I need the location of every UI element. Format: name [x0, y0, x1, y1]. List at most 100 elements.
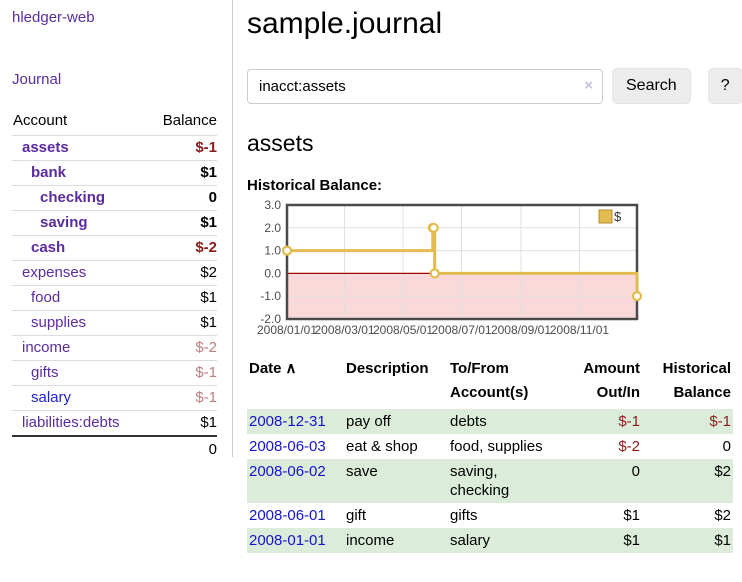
legend-label: $ — [614, 209, 622, 224]
col-accounts-header: To/From Account(s) — [448, 354, 560, 409]
clear-search-icon[interactable]: × — [584, 77, 593, 95]
account-name-cell: gifts — [12, 361, 147, 386]
txn-accounts: gifts — [448, 503, 560, 528]
x-tick-label: 2008/11/01 — [550, 323, 609, 337]
balance-chart: 3.02.01.00.0-1.0-2.02008/01/012008/03/01… — [247, 197, 647, 347]
account-row: supplies $1 — [12, 311, 217, 336]
help-button[interactable]: ? — [708, 68, 742, 104]
data-point — [430, 224, 438, 232]
col-description-header: Description — [344, 354, 448, 409]
col-balance-header: Historical Balance — [642, 354, 733, 409]
account-link[interactable]: cash — [13, 239, 65, 256]
sort-asc-icon: ∧ — [286, 360, 297, 377]
account-name-cell: expenses — [12, 261, 147, 286]
account-row: cash $-2 — [12, 236, 217, 261]
search-input[interactable] — [247, 69, 603, 104]
x-tick-label: 2008/07/01 — [431, 323, 491, 337]
txn-balance: $-1 — [642, 409, 733, 434]
transaction-row[interactable]: 2008-06-01giftgifts$1$2 — [247, 503, 733, 528]
txn-accounts: debts — [448, 409, 560, 434]
txn-date-cell: 2008-06-02 — [247, 459, 344, 503]
account-row: bank $1 — [12, 161, 217, 186]
main-content: sample.journal × Search ? assets Histori… — [233, 0, 742, 553]
account-link[interactable]: supplies — [13, 314, 86, 331]
account-link[interactable]: salary — [13, 389, 71, 406]
x-tick-label: 2008/09/01 — [491, 323, 551, 337]
account-name-cell: saving — [12, 211, 147, 236]
account-balance: $1 — [147, 161, 217, 186]
col-date-header[interactable]: Date∧ — [247, 354, 344, 409]
account-name-cell: supplies — [12, 311, 147, 336]
account-row: liabilities:debts $1 — [12, 411, 217, 437]
account-name-cell: bank — [12, 161, 147, 186]
account-balance: 0 — [147, 186, 217, 211]
txn-date-cell: 2008-06-03 — [247, 434, 344, 459]
transaction-row[interactable]: 2008-06-03eat & shopfood, supplies$-20 — [247, 434, 733, 459]
txn-date-link[interactable]: 2008-06-02 — [249, 463, 326, 480]
transaction-row[interactable]: 2008-06-02 savesaving, checking0$2 — [247, 459, 733, 503]
account-link[interactable]: gifts — [13, 364, 59, 381]
account-balance: $1 — [147, 411, 217, 437]
txn-balance: $2 — [642, 459, 733, 503]
account-row: saving $1 — [12, 211, 217, 236]
account-link[interactable]: expenses — [13, 264, 86, 281]
txn-date-link[interactable]: 2008-06-01 — [249, 507, 326, 524]
account-heading: assets — [247, 130, 742, 157]
account-balance: $-1 — [147, 136, 217, 161]
sidebar: hledger-web Journal Account Balance asse… — [0, 0, 233, 457]
transaction-row[interactable]: 2008-01-01incomesalary$1$1 — [247, 528, 733, 553]
x-tick-label: 2008/03/01 — [315, 323, 375, 337]
account-link[interactable]: checking — [13, 189, 105, 206]
account-name-cell: checking — [12, 186, 147, 211]
account-row: salary$-1 — [12, 386, 217, 411]
account-row: checking 0 — [12, 186, 217, 211]
data-point — [633, 292, 641, 300]
accounts-total-row: 0 — [12, 436, 217, 462]
y-tick-label: 0.0 — [264, 266, 281, 280]
txn-date-cell: 2008-06-01 — [247, 503, 344, 528]
y-tick-label: 1.0 — [264, 244, 281, 258]
txn-balance: $2 — [642, 503, 733, 528]
accounts-body: assets$-1bank$1checking0saving$1cash$-2e… — [12, 136, 217, 437]
txn-accounts: saving, checking — [448, 459, 560, 503]
search-button[interactable]: Search — [612, 68, 691, 104]
account-link[interactable]: food — [13, 289, 60, 306]
account-balance: $-2 — [147, 336, 217, 361]
account-balance: $-2 — [147, 236, 217, 261]
account-link[interactable]: saving — [13, 214, 88, 231]
txn-balance: 0 — [642, 434, 733, 459]
account-name-cell: salary — [12, 386, 147, 411]
account-balance: $1 — [147, 311, 217, 336]
account-name-cell: income — [12, 336, 147, 361]
txn-description: save — [344, 459, 448, 503]
txn-amount: $-1 — [560, 409, 642, 434]
account-link[interactable]: assets — [13, 139, 69, 156]
account-row: expenses$2 — [12, 261, 217, 286]
txn-amount: 0 — [560, 459, 642, 503]
txn-accounts: salary — [448, 528, 560, 553]
account-link[interactable]: liabilities:debts — [13, 414, 120, 431]
txn-amount: $1 — [560, 528, 642, 553]
txn-date-link[interactable]: 2008-12-31 — [249, 413, 326, 430]
search-field-wrap: × — [247, 69, 603, 104]
txn-description: gift — [344, 503, 448, 528]
account-row: assets $-1 — [12, 136, 217, 161]
txn-date-link[interactable]: 2008-06-03 — [249, 438, 326, 455]
register-table: Date∧ Description To/From Account(s) Amo… — [247, 354, 733, 553]
txn-accounts: food, supplies — [448, 434, 560, 459]
chart-title: Historical Balance: — [247, 177, 742, 194]
account-link[interactable]: income — [13, 339, 70, 356]
col-date-label: Date — [249, 360, 282, 377]
accounts-total-value: 0 — [147, 436, 217, 462]
x-tick-label: 2008/05/01 — [373, 323, 433, 337]
journal-link[interactable]: Journal — [12, 71, 224, 88]
transaction-row[interactable]: 2008-12-31pay offdebts$-1$-1 — [247, 409, 733, 434]
account-balance: $1 — [147, 286, 217, 311]
account-link[interactable]: bank — [13, 164, 66, 181]
brand-link[interactable]: hledger-web — [12, 9, 224, 26]
register-header-row: Date∧ Description To/From Account(s) Amo… — [247, 354, 733, 409]
txn-date-link[interactable]: 2008-01-01 — [249, 532, 326, 549]
account-balance: $1 — [147, 211, 217, 236]
account-name-cell: food — [12, 286, 147, 311]
x-tick-label: 2008/01/01 — [257, 323, 317, 337]
